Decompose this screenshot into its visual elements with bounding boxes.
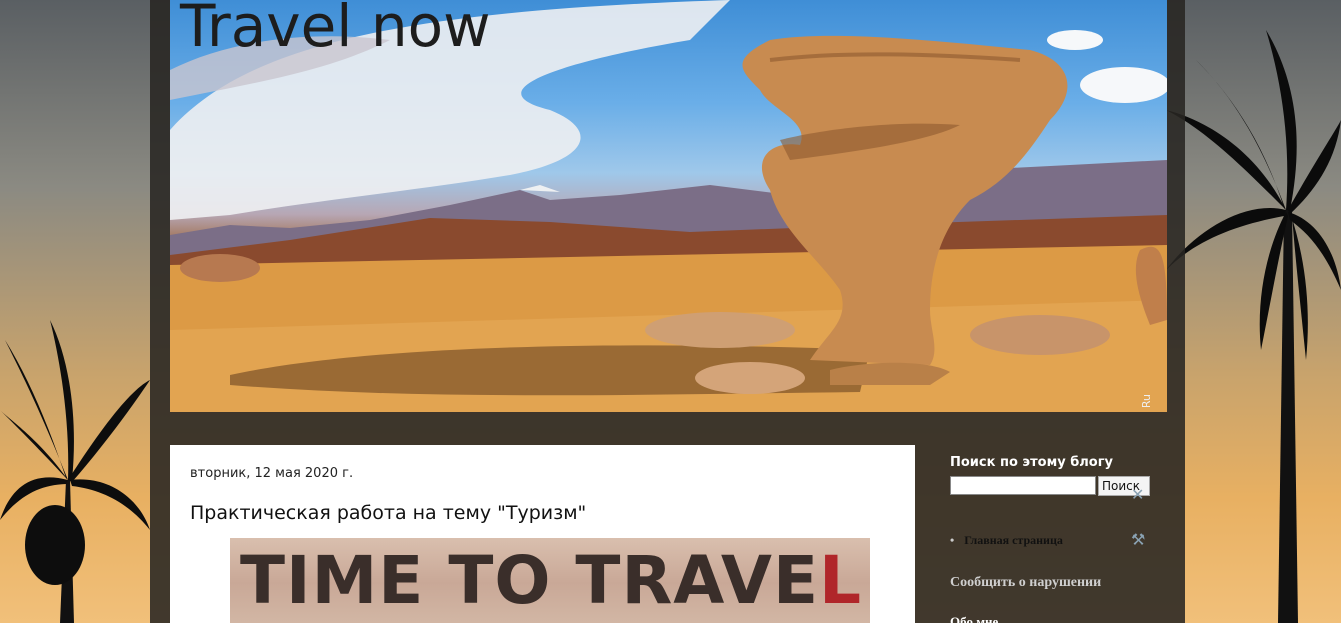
post-image-text-main: TIME TO TRAVE bbox=[240, 542, 820, 619]
search-form: Поиск bbox=[950, 476, 1150, 496]
wrench-icon[interactable]: ⚒ bbox=[1131, 530, 1149, 549]
post-image-caption: TIME TO TRAVEL bbox=[240, 542, 862, 619]
post-image[interactable]: TIME TO TRAVEL bbox=[230, 538, 870, 623]
search-input[interactable] bbox=[950, 476, 1096, 495]
post-date: вторник, 12 мая 2020 г. bbox=[190, 466, 354, 481]
header-watermark: Ru bbox=[1140, 393, 1153, 408]
search-widget-title: Поиск по этому блогу bbox=[950, 455, 1114, 470]
desert-landscape-image bbox=[170, 0, 1167, 412]
palm-silhouette-right bbox=[1166, 30, 1341, 623]
page-link-home[interactable]: Главная страница bbox=[950, 533, 1063, 548]
wrench-icon[interactable]: ✕ bbox=[1131, 485, 1149, 504]
post-card: вторник, 12 мая 2020 г. Практическая раб… bbox=[170, 445, 915, 623]
blog-title[interactable]: Travel now bbox=[180, 0, 491, 60]
header-banner: Travel now Ru bbox=[170, 0, 1167, 412]
about-me-title: Обо мне bbox=[950, 614, 999, 623]
report-abuse-link[interactable]: Сообщить о нарушении bbox=[950, 575, 1101, 591]
palm-silhouette-left bbox=[0, 320, 150, 623]
post-image-text-accent: L bbox=[819, 542, 863, 619]
sidebar: Поиск по этому блогу Поиск ✕ Главная стр… bbox=[950, 455, 1150, 623]
pages-widget-list: Главная страница bbox=[950, 533, 1063, 548]
post-title[interactable]: Практическая работа на тему "Туризм" bbox=[190, 502, 586, 524]
